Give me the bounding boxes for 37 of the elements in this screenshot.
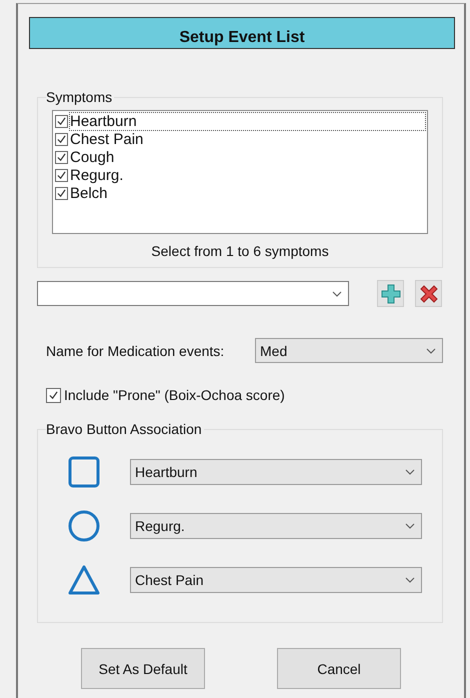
chevron-down-icon bbox=[405, 577, 415, 583]
circle-icon bbox=[68, 510, 100, 542]
checkbox[interactable] bbox=[55, 186, 68, 200]
symptom-dropdown[interactable] bbox=[37, 281, 349, 306]
checkbox-label: Include "Prone" (Boix-Ochoa score) bbox=[64, 387, 285, 403]
plus-icon bbox=[380, 284, 400, 304]
chevron-down-icon bbox=[332, 290, 342, 296]
chevron-down-icon bbox=[426, 348, 436, 354]
symptom-dropdown[interactable]: Chest Pain bbox=[130, 567, 422, 593]
field-label: Name for Medication events: bbox=[46, 342, 224, 358]
checkbox[interactable] bbox=[55, 168, 68, 182]
square-icon bbox=[68, 456, 100, 488]
dialog-title: Setup Event List bbox=[179, 29, 305, 47]
chevron-down-icon bbox=[405, 523, 415, 529]
checkbox[interactable] bbox=[55, 150, 68, 164]
list-item[interactable]: Belch bbox=[70, 184, 108, 202]
checkbox[interactable] bbox=[46, 388, 61, 402]
list-item[interactable]: Chest Pain bbox=[70, 130, 144, 148]
checkbox[interactable] bbox=[55, 114, 68, 128]
delete-button[interactable] bbox=[415, 280, 442, 307]
group-label: Bravo Button Association bbox=[46, 421, 204, 437]
add-button[interactable] bbox=[377, 280, 404, 307]
list-item[interactable]: Heartburn bbox=[70, 112, 425, 130]
group-label: Symptoms bbox=[46, 89, 114, 105]
default-button[interactable]: Set As Default bbox=[81, 648, 205, 689]
symptom-dropdown[interactable]: Heartburn bbox=[130, 459, 422, 485]
triangle-icon bbox=[68, 564, 100, 596]
cancel-button[interactable]: Cancel bbox=[277, 648, 401, 689]
close-icon bbox=[418, 284, 438, 304]
checkbox[interactable] bbox=[55, 132, 68, 146]
list-item[interactable]: Cough bbox=[70, 148, 114, 166]
symptom-dropdown[interactable]: Regurg. bbox=[130, 513, 422, 539]
hint-text: Select from 1 to 6 symptoms bbox=[150, 243, 330, 259]
check-icon bbox=[49, 390, 58, 400]
list-item[interactable]: Regurg. bbox=[70, 166, 124, 184]
chevron-down-icon bbox=[405, 469, 415, 475]
medication-dropdown[interactable]: Med bbox=[255, 338, 443, 363]
